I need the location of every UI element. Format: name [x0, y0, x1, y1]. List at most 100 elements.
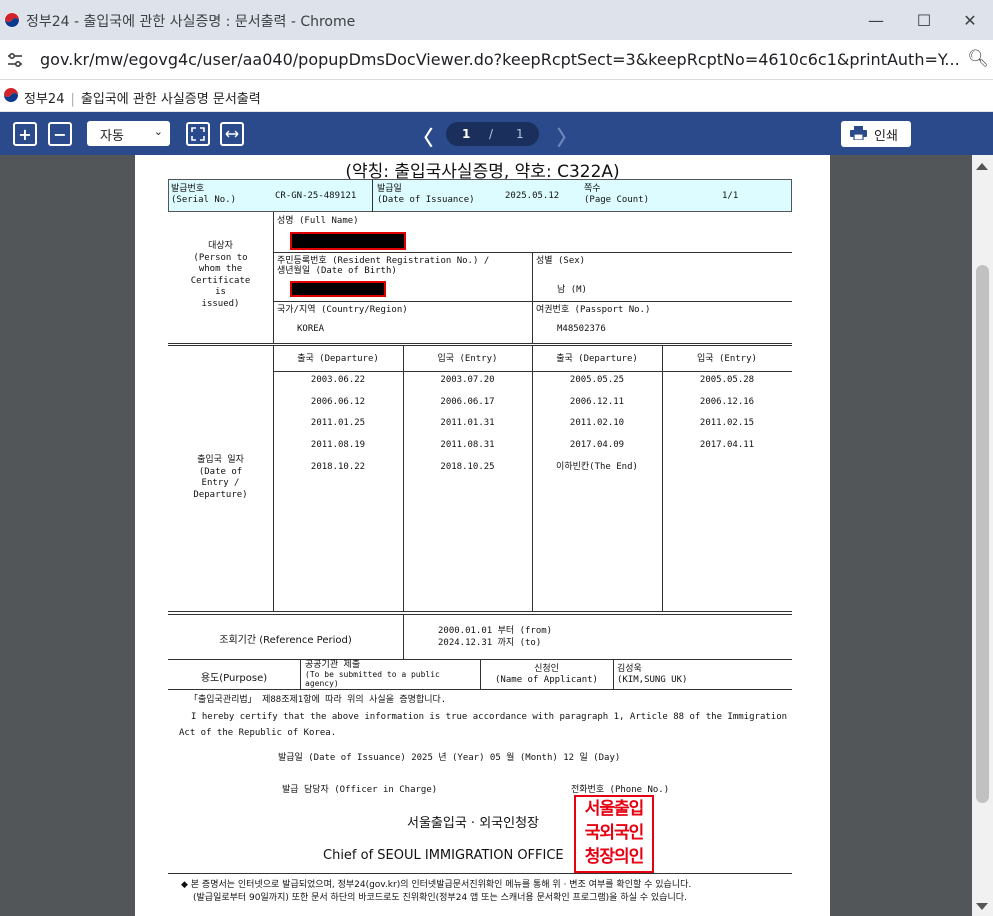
date-cell: 2011.02.10	[569, 418, 625, 428]
col-header: 입국 (Entry)	[697, 354, 757, 364]
scroll-thumb[interactable]	[976, 265, 989, 803]
scroll-down-icon[interactable]	[976, 903, 988, 910]
purpose-value: agency)	[305, 679, 339, 688]
prev-page-button[interactable]: 〈	[413, 122, 433, 151]
date-cell: 2006.06.12	[310, 397, 366, 407]
subject-label-line: Certificate	[190, 275, 251, 286]
zoom-icon[interactable]: 🔍︎	[967, 49, 989, 69]
col-header: 출국 (Departure)	[556, 354, 638, 364]
maximize-button[interactable]: ☐	[901, 0, 947, 40]
name-redaction	[290, 232, 406, 250]
serial-value: CR-GN-25-489121	[275, 191, 357, 201]
certification-en: Act of the Republic of Korea.	[179, 728, 337, 738]
print-label: 인쇄	[874, 129, 898, 144]
applicant-name: 김성욱	[617, 664, 642, 674]
next-page-button[interactable]: 〉	[557, 122, 577, 151]
country-value: KOREA	[297, 324, 325, 334]
date-cell: 2011.02.15	[699, 418, 755, 428]
dob-redaction	[290, 281, 386, 297]
subject-label-line: whom the	[198, 264, 243, 274]
minimize-button[interactable]: —	[853, 0, 899, 40]
date-cell: 2018.10.25	[440, 462, 495, 472]
serial-label: 발급번호	[171, 184, 205, 194]
print-button[interactable]: 인쇄	[841, 121, 911, 147]
viewer-toolbar: + − 자동 ⌄ 〈 1 / 1 〉 인쇄	[0, 112, 993, 155]
zoom-mode-select[interactable]: 자동 ⌄	[87, 121, 170, 146]
divider	[168, 689, 792, 690]
date-cell: 2005.05.28	[699, 375, 755, 385]
viewer-scrollbar[interactable]	[972, 155, 993, 916]
site-info-icon[interactable]	[6, 51, 24, 69]
dob-label: 생년월일 (Date of Birth)	[277, 266, 397, 276]
certification-en: I hereby certify that the above informat…	[191, 712, 788, 722]
issue-label: 발급일	[377, 184, 402, 194]
applicant-label-en: (Name of Applicant)	[495, 675, 598, 685]
close-button[interactable]: ✕	[947, 0, 993, 40]
page-total: 1	[516, 127, 524, 141]
gov-emblem-icon	[3, 87, 19, 103]
divider	[168, 873, 792, 874]
dates-label-line: Departure)	[193, 489, 248, 500]
page-current[interactable]: 1	[462, 127, 470, 141]
issuing-office-ko: 서울출입국 · 외국인청장	[407, 816, 539, 831]
window-title: 정부24 - 출입국에 관한 사실증명 : 문서출력 - Chrome	[26, 14, 356, 30]
purpose-value: 공공기관 제출	[305, 660, 361, 670]
fit-page-icon[interactable]	[186, 122, 210, 146]
fit-width-icon[interactable]	[220, 122, 244, 146]
period-to: 2024.12.31 까지 (to)	[438, 638, 542, 648]
certificate-page: (약칭: 출입국사실증명, 약호: C322A) 발급번호 (Serial No…	[135, 155, 830, 916]
divider	[372, 179, 373, 212]
page-brand: 정부24 | 출입국에 관한 사실증명 문서출력	[24, 88, 261, 107]
phone-label: 전화번호 (Phone No.)	[571, 785, 670, 795]
dates-label-line: 출입국 일자	[197, 455, 244, 465]
dates-label-line: Entry /	[201, 478, 240, 488]
date-cell: 2018.10.22	[310, 462, 366, 472]
date-cell: 2006.12.11	[569, 397, 625, 407]
subject-label-line: 대상자	[208, 241, 233, 251]
note-line: ◆ 본 증명서는 인터넷으로 발급되었으며, 정부24(gov.kr)의 인터넷…	[181, 880, 692, 890]
subject-label-line: (Person to	[193, 252, 248, 263]
page-indicator: 1 / 1	[446, 122, 539, 146]
page-title: 출입국에 관한 사실증명 문서출력	[80, 92, 261, 107]
divider	[168, 611, 792, 612]
url-text[interactable]: gov.kr/mw/egovg4c/user/aa040/popupDmsDoc…	[40, 50, 960, 69]
serial-row	[168, 179, 792, 212]
dates-label: 출입국 일자 (Date of Entry / Departure)	[168, 455, 273, 501]
passport-label: 여권번호 (Passport No.)	[536, 305, 651, 315]
date-cell: 2003.06.22	[310, 375, 366, 385]
col-header: 출국 (Departure)	[297, 354, 379, 364]
date-cell: 2011.08.31	[440, 440, 495, 450]
issue-value: 2025.05.12	[505, 191, 560, 201]
divider	[532, 252, 533, 343]
divider	[168, 343, 792, 344]
brand-name: 정부24	[24, 92, 65, 107]
note-line: (발급일로부터 90일까지) 또한 문서 하단의 바코드로도 진위확인(정부24…	[193, 893, 687, 903]
date-cell: 2006.06.17	[440, 397, 495, 407]
date-cell: 2005.05.25	[569, 375, 625, 385]
date-cell: 이하빈칸(The End)	[556, 462, 638, 472]
divider	[403, 614, 404, 659]
applicant-name-en: (KIM,SUNG UK)	[617, 675, 688, 685]
divider	[613, 659, 614, 689]
zoom-out-button[interactable]: −	[48, 122, 72, 146]
zoom-in-button[interactable]: +	[13, 122, 37, 146]
subject-label-line: issued)	[201, 298, 240, 309]
col-header: 입국 (Entry)	[437, 354, 498, 364]
zoom-mode-value: 자동	[100, 129, 124, 144]
verification-notes: ◆ 본 증명서는 인터넷으로 발급되었으며, 정부24(gov.kr)의 인터넷…	[181, 879, 821, 905]
name-label: 성명 (Full Name)	[277, 216, 359, 226]
divider	[273, 371, 792, 372]
stamp-line: 국외국인	[584, 823, 645, 843]
date-cell: 2006.12.16	[699, 397, 755, 407]
page-header: 정부24 | 출입국에 관한 사실증명 문서출력	[0, 80, 993, 112]
subject-label: 대상자 (Person to whom the Certificate is i…	[168, 241, 273, 310]
applicant-label: 신청인	[534, 664, 559, 674]
rrn-label: 주민등록번호 (Resident Registration No.) /	[277, 256, 490, 266]
page-separator: /	[489, 127, 494, 141]
issuing-office-en: Chief of SEOUL IMMIGRATION OFFICE	[323, 848, 564, 863]
pages-value: 1/1	[722, 191, 739, 201]
certification-ko: 「출입국관리법」 제88조제1항에 따라 위의 사실을 증명합니다.	[189, 695, 447, 705]
serial-label-en: (Serial No.)	[171, 195, 237, 205]
scroll-up-icon[interactable]	[976, 163, 988, 170]
passport-value: M48502376	[557, 324, 606, 334]
